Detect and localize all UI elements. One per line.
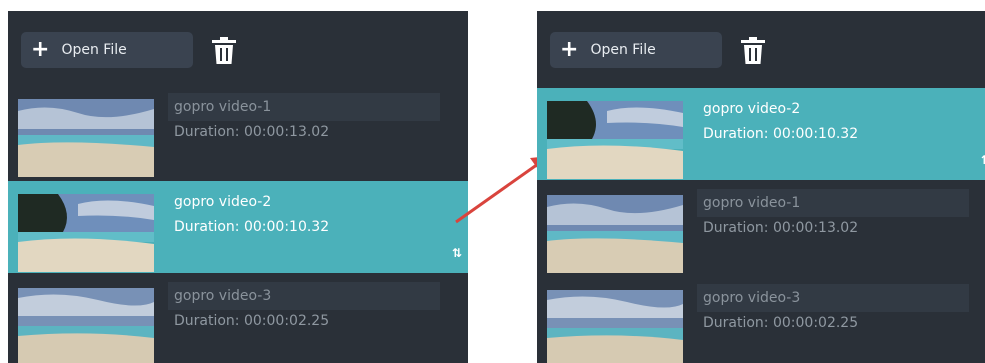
- video-thumbnail: [547, 101, 683, 179]
- open-file-label: Open File: [61, 42, 127, 58]
- video-thumbnail: [547, 290, 683, 363]
- video-thumbnail: [18, 99, 154, 177]
- toolbar: + Open File: [550, 32, 950, 70]
- video-item-selected[interactable]: gopro video-2 Duration: 00:00:10.32 ⇅: [537, 88, 985, 180]
- video-item[interactable]: gopro video-1 Duration: 00:00:13.02: [537, 182, 985, 274]
- video-thumbnail: [18, 194, 154, 272]
- video-name: gopro video-1: [168, 93, 440, 121]
- reorder-arrows-icon[interactable]: ⇅: [981, 153, 985, 167]
- video-duration: Duration: 00:00:13.02: [174, 124, 330, 140]
- plus-icon: +: [31, 37, 50, 62]
- reorder-arrows-icon[interactable]: ⇅: [452, 246, 462, 260]
- video-duration: Duration: 00:00:10.32: [703, 126, 859, 142]
- video-name: gopro video-2: [174, 194, 272, 210]
- video-duration: Duration: 00:00:02.25: [703, 315, 859, 331]
- trash-icon[interactable]: [211, 37, 237, 65]
- open-file-label: Open File: [590, 42, 656, 58]
- plus-icon: +: [560, 37, 579, 62]
- video-name: gopro video-1: [697, 189, 969, 217]
- video-thumbnail: [18, 288, 154, 363]
- open-file-button[interactable]: + Open File: [550, 32, 722, 68]
- video-duration: Duration: 00:00:13.02: [703, 220, 859, 236]
- video-duration: Duration: 00:00:02.25: [174, 313, 330, 329]
- video-item[interactable]: gopro video-3 Duration: 00:00:02.25: [537, 277, 985, 363]
- video-name: gopro video-3: [697, 284, 969, 312]
- trash-icon[interactable]: [740, 37, 766, 65]
- toolbar: + Open File: [21, 32, 421, 70]
- video-name: gopro video-3: [168, 282, 440, 310]
- video-thumbnail: [547, 195, 683, 273]
- video-item[interactable]: gopro video-1 Duration: 00:00:13.02: [8, 86, 468, 178]
- video-item-selected[interactable]: gopro video-2 Duration: 00:00:10.32 ⇅: [8, 181, 468, 273]
- video-duration: Duration: 00:00:10.32: [174, 219, 330, 235]
- video-item[interactable]: gopro video-3 Duration: 00:00:02.25: [8, 275, 468, 363]
- open-file-button[interactable]: + Open File: [21, 32, 193, 68]
- video-name: gopro video-2: [703, 101, 801, 117]
- playlist-panel-before: + Open File gopro video-1 Duration: 00:0…: [8, 11, 468, 363]
- playlist-panel-after: + Open File gopro video-2 Duration: 00:0…: [537, 11, 985, 363]
